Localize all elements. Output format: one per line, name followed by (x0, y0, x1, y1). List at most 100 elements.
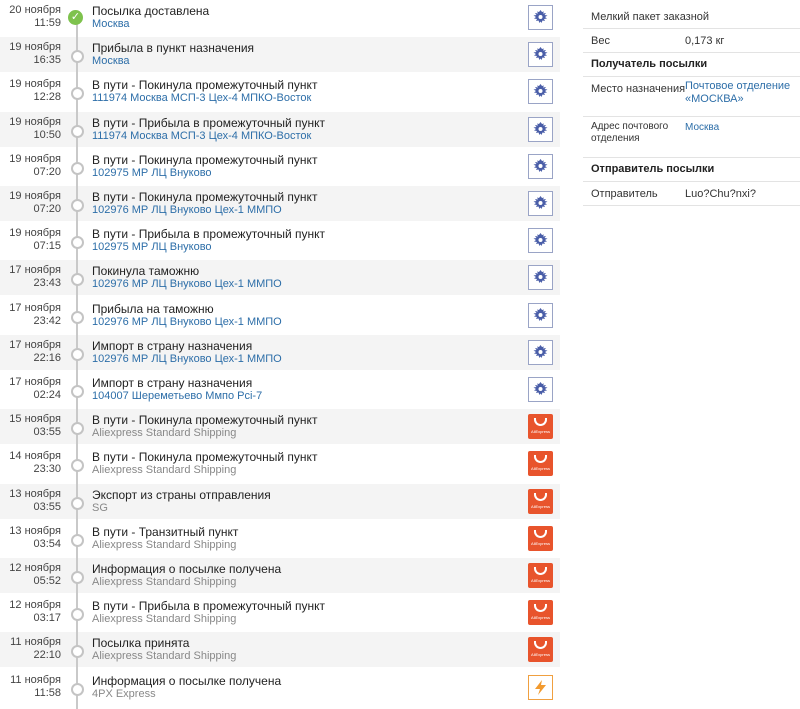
event-time: 23:43 (33, 277, 61, 290)
event-location-link[interactable]: 102975 МР ЛЦ Внуково (92, 241, 212, 253)
russian-post-logo-icon (528, 339, 553, 365)
package-type-row: Мелкий пакет заказной (583, 5, 800, 29)
aliexpress-logo-icon: AliExpress (528, 525, 553, 551)
event-date: 14 ноября (9, 450, 61, 463)
event-status: Посылка принята (92, 636, 190, 651)
event-status: В пути - Покинула промежуточный пункт (92, 78, 318, 93)
event-time: 05:52 (33, 575, 61, 587)
timeline-event: 14 ноября 23:30 В пути - Покинула промежут… (0, 446, 560, 481)
event-status: В пути - Прибыла в промежуточный пункт (92, 227, 326, 242)
timeline-event: 11 ноября 22:10 Посылка принята Aliexpress … (0, 632, 560, 668)
event-date: 19 ноября (9, 41, 61, 54)
event-location-link[interactable]: 104007 Шереметьево Ммпо Pci-7 (92, 390, 262, 402)
event-date: 19 ноября (9, 190, 61, 202)
timeline-dot-icon (71, 496, 84, 510)
event-status: В пути - Прибыла в промежуточный пункт (92, 599, 326, 614)
event-time: 11:59 (34, 17, 61, 29)
timeline-dot-icon (71, 50, 84, 64)
timeline-event: 11 ноября 11:58 Информация о посылке получ… (0, 670, 560, 705)
timeline-dot-icon (71, 571, 84, 584)
event-status: Прибыла в пункт назначения (92, 41, 255, 56)
timeline-dot-icon (71, 161, 84, 175)
timeline-event: 13 ноября 03:55 Экспорт из страны отправле… (0, 483, 560, 519)
event-location-link[interactable]: 102976 МР ЛЦ Внуково Цех-1 ММПО (92, 353, 282, 365)
event-location-link[interactable]: 102976 МР ЛЦ Внуково Цех-1 ММПО (92, 316, 282, 328)
4px-express-logo-icon (528, 674, 553, 700)
timeline-dot-icon (71, 347, 84, 361)
weight-label: Вес (591, 35, 610, 47)
sender-header: Отправитель посылки (591, 163, 715, 175)
timeline-dot-icon (71, 87, 84, 101)
event-status: В пути - Покинула промежуточный пункт (92, 152, 318, 167)
russian-post-logo-icon (528, 265, 553, 291)
event-time: 07:15 (33, 240, 61, 253)
timeline-dot-icon (71, 124, 84, 138)
event-location: Aliexpress Standard Shipping (92, 576, 237, 588)
event-time: 07:20 (33, 203, 61, 215)
event-time: 23:42 (33, 314, 61, 327)
event-date: 15 ноября (9, 413, 61, 426)
event-date: 11 ноября (10, 636, 61, 649)
russian-post-logo-icon (528, 5, 553, 30)
event-time: 22:10 (33, 649, 61, 662)
sender-row: Отправитель Luo?Chu?nxi? (583, 182, 800, 206)
aliexpress-logo-icon: AliExpress (528, 414, 553, 440)
event-date: 17 ноября (9, 301, 61, 314)
timeline-event: 19 ноября 12:28 В пути - Покинула промежут… (0, 74, 560, 109)
event-status: Покинула таможню (92, 264, 200, 279)
event-time: 02:24 (33, 389, 61, 401)
address-label: Адрес почтового отделения (591, 121, 669, 144)
event-location-link[interactable]: 102976 МР ЛЦ Внуково Цех-1 ММПО (92, 204, 282, 216)
event-time: 03:55 (33, 500, 61, 513)
event-status: В пути - Покинула промежуточный пункт (92, 450, 318, 465)
event-status: Информация о посылке получена (92, 673, 282, 688)
event-date: 19 ноября (9, 115, 61, 128)
event-location-link[interactable]: Москва (92, 55, 130, 67)
timeline-dot-icon (71, 273, 84, 287)
event-date: 13 ноября (9, 487, 61, 500)
timeline-dot-icon (71, 385, 84, 398)
event-date: 19 ноября (9, 152, 61, 165)
sender-label: Отправитель (591, 188, 658, 200)
event-time: 07:20 (33, 165, 61, 178)
event-date: 11 ноября (10, 673, 61, 686)
timeline-event: 20 ноября 11:59 ✓ Посылка доставлена Москва (0, 0, 560, 35)
event-location-link[interactable]: 111974 Москва МСП-3 Цех-4 МПКО-Восток (92, 130, 311, 142)
destination-row: Место назначения Почтовое отделение «МОС… (583, 77, 800, 117)
aliexpress-logo-icon: AliExpress (528, 563, 553, 588)
package-type: Мелкий пакет заказной (591, 11, 710, 23)
event-location-link[interactable]: Москва (92, 18, 130, 30)
tracking-timeline: 20 ноября 11:59 ✓ Посылка доставлена Москва 1… (0, 0, 560, 709)
event-date: 17 ноября (9, 264, 61, 277)
event-location: Aliexpress Standard Shipping (92, 650, 237, 663)
event-date: 19 ноября (9, 227, 61, 240)
timeline-event: 12 ноября 03:17 В пути - Прибыла в промежу… (0, 595, 560, 630)
timeline-dot-icon (71, 608, 84, 622)
timeline-event: 19 ноября 07:15 В пути - Прибыла в промежу… (0, 223, 560, 258)
timeline-dot-icon (71, 682, 84, 696)
event-location-link[interactable]: 102976 МР ЛЦ Внуково Цех-1 ММПО (92, 278, 282, 290)
aliexpress-logo-icon: AliExpress (528, 600, 553, 626)
timeline-dot-icon (71, 310, 84, 324)
event-time: 10:50 (33, 128, 61, 141)
event-date: 17 ноября (9, 376, 61, 388)
address-link[interactable]: Москва (685, 121, 795, 134)
timeline-dot-icon (71, 459, 84, 473)
event-time: 11:58 (34, 686, 61, 699)
event-location: Aliexpress Standard Shipping (92, 538, 237, 551)
event-location: SG (92, 501, 108, 514)
event-location-link[interactable]: 102975 МР ЛЦ Внуково (92, 167, 212, 179)
event-status: Экспорт из страны отправления (92, 487, 271, 502)
destination-link[interactable]: Почтовое отделение «МОСКВА» (685, 80, 795, 106)
timeline-event: 12 ноября 05:52 Информация о посылке получ… (0, 558, 560, 593)
event-time: 03:55 (33, 426, 61, 439)
aliexpress-logo-icon: AliExpress (528, 488, 553, 514)
event-location: 4PX Express (92, 687, 156, 700)
russian-post-logo-icon (528, 377, 553, 402)
russian-post-logo-icon (528, 79, 553, 105)
russian-post-logo-icon (528, 42, 553, 68)
event-location-link[interactable]: 111974 Москва МСП-3 Цех-4 МПКО-Восток (92, 92, 311, 104)
event-time: 16:35 (33, 54, 61, 67)
sender-value: Luo?Chu?nxi? (685, 188, 756, 200)
weight-row: Вес 0,173 кг (583, 29, 800, 53)
